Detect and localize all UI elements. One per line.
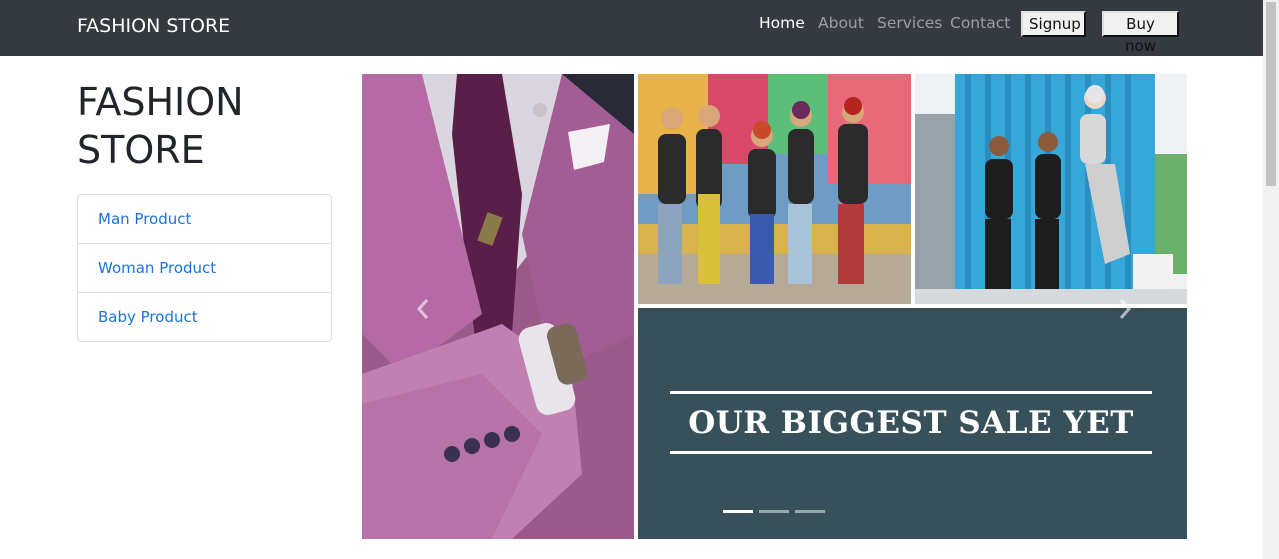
nav-link-contact[interactable]: Contact [950,13,1010,33]
group-street-illustration [638,74,911,304]
sale-headline: OUR BIGGEST SALE YET [688,405,1134,441]
group-street-photo [638,74,911,304]
chevron-right-icon [1119,299,1132,319]
nav-link-home[interactable]: Home [759,13,805,33]
sale-banner: OUR BIGGEST SALE YET [638,308,1187,539]
page-title: FASHION STORE [77,80,244,172]
carousel-indicator-2[interactable] [759,510,789,513]
category-item-baby[interactable]: Baby Product [78,293,331,341]
carousel-prev-button[interactable] [408,294,438,324]
carousel-indicator-3[interactable] [795,510,825,513]
nav-link-services[interactable]: Services [877,13,942,33]
blazer-photo [362,74,634,539]
category-item-woman[interactable]: Woman Product [78,244,331,293]
container-photo [915,74,1187,304]
signup-button[interactable]: Signup [1021,11,1086,37]
blazer-illustration [362,74,634,539]
chevron-left-icon [416,299,429,319]
sale-bottom-rule [670,451,1152,454]
buy-now-button[interactable]: Buy now [1102,11,1179,55]
hero-carousel: OUR BIGGEST SALE YET [362,74,1187,539]
scrollbar-thumb[interactable] [1266,2,1276,186]
brand-logo[interactable]: FASHION STORE [77,13,230,39]
navbar: FASHION STORE Home About Services Contac… [0,0,1263,56]
category-item-man[interactable]: Man Product [78,195,331,244]
category-list: Man Product Woman Product Baby Product [77,194,332,342]
page-scrollbar[interactable] [1263,0,1279,559]
nav-link-about[interactable]: About [818,13,864,33]
sale-top-rule [670,391,1152,394]
carousel-indicator-1[interactable] [723,510,753,513]
carousel-next-button[interactable] [1110,294,1140,324]
container-illustration [915,74,1187,304]
